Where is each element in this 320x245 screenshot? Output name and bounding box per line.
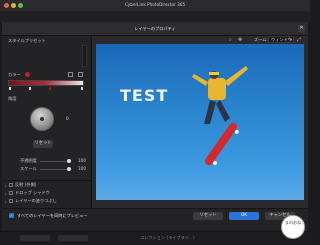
color-label: カラー (8, 72, 21, 77)
section-reflection[interactable]: 反射 (外側) (15, 182, 36, 187)
chevron-down-icon: ▾ (289, 37, 292, 42)
zoom-icon[interactable]: ⌕ (229, 37, 232, 43)
style-preset-label: スタイルプリセット (8, 38, 46, 43)
reset-angle-button[interactable]: リセット (33, 140, 53, 148)
section-drop-shadow[interactable]: ドロップ シャドウ (15, 190, 50, 195)
watermark-text: まのおね (285, 220, 301, 225)
gradient-stop-1[interactable] (9, 87, 11, 90)
preset-scrollbar[interactable] (82, 45, 87, 67)
app-toolbar (0, 11, 310, 22)
bottom-bar-text: コレクション (ライブラリ...) (140, 235, 195, 240)
zoom-value: ウィンドウ (271, 37, 292, 42)
opacity-value: 100 (78, 158, 86, 163)
preview-text-layer[interactable]: TEST (120, 86, 168, 105)
zoom-label: ズーム: (254, 37, 268, 42)
section-checkbox-drop-shadow[interactable] (9, 191, 13, 195)
preview-all-checkbox[interactable]: ✓ (9, 213, 14, 218)
opacity-label: 不透明度 (20, 158, 37, 163)
dialog-title: レイヤーのプロパティ (134, 26, 176, 31)
ok-button[interactable]: OK (229, 212, 259, 220)
zoom-dropdown[interactable]: ウィンドウ ▾ (268, 36, 294, 43)
delete-stop-icon[interactable] (78, 72, 83, 77)
watermark-logo: まのおね (281, 215, 305, 239)
close-icon[interactable]: ✕ (298, 25, 305, 32)
gradient-bar[interactable] (8, 80, 84, 86)
dialog-header: レイヤーのプロパティ ✕ (2, 22, 308, 36)
hand-icon[interactable]: ✥ (238, 37, 242, 43)
reset-button[interactable]: リセット (193, 212, 223, 220)
color-swatch[interactable] (25, 72, 30, 77)
dialog-footer (2, 208, 308, 231)
section-layer-fill[interactable]: レイヤーの塗りつぶし (15, 198, 57, 203)
angle-label: 角度 (8, 96, 17, 101)
add-stop-icon[interactable] (68, 72, 73, 77)
opacity-slider[interactable] (40, 161, 70, 162)
preview-photo: TEST (96, 44, 304, 200)
gradient-stop-3[interactable] (49, 87, 51, 90)
app-bottom-bar: コレクション (ライブラリ...) (0, 231, 310, 245)
section-checkbox-layer-fill[interactable] (9, 199, 13, 203)
chevron-right-icon[interactable]: › (5, 199, 7, 204)
scale-slider[interactable] (40, 169, 70, 170)
angle-value: 0 (66, 116, 69, 121)
chevron-right-icon[interactable]: › (5, 191, 7, 196)
scale-slider-knob[interactable] (67, 167, 71, 171)
section-checkbox-reflection[interactable] (9, 183, 13, 187)
gradient-stop-2[interactable] (29, 87, 31, 90)
fit-icon[interactable]: ⤢ (297, 37, 301, 43)
gradient-stop-4[interactable] (81, 87, 83, 90)
preview-all-label: すべてのレイヤーを同時にプレビュー (17, 213, 88, 218)
scale-label: スケール (20, 166, 37, 171)
chevron-right-icon[interactable]: › (5, 183, 7, 188)
skater-image (192, 66, 248, 166)
scale-value: 100 (78, 166, 86, 171)
angle-dial[interactable] (30, 107, 54, 131)
window-title: CyberLink PhotoDirector 365 (124, 2, 186, 7)
opacity-slider-knob[interactable] (67, 159, 71, 163)
